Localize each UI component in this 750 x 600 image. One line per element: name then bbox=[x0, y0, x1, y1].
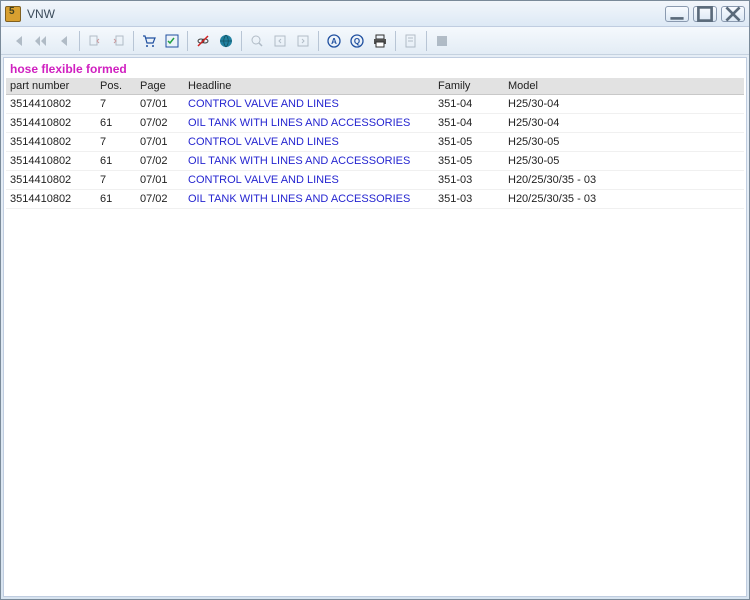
cell-pos: 61 bbox=[96, 190, 136, 209]
first-icon[interactable] bbox=[7, 30, 29, 52]
cell-model: H25/30-04 bbox=[504, 114, 744, 133]
maximize-button[interactable] bbox=[693, 6, 717, 22]
cell-pos: 7 bbox=[96, 95, 136, 114]
app-icon bbox=[5, 6, 21, 22]
cell-family: 351-05 bbox=[434, 133, 504, 152]
circle-q-icon[interactable]: Q bbox=[346, 30, 368, 52]
cell-page: 07/02 bbox=[136, 152, 184, 171]
table-header-row: part number Pos. Page Headline Family Mo… bbox=[6, 78, 744, 95]
cell-headline[interactable]: OIL TANK WITH LINES AND ACCESSORIES bbox=[184, 114, 434, 133]
toolbar: A Q bbox=[1, 27, 749, 55]
print-icon[interactable] bbox=[369, 30, 391, 52]
cell-part-number: 3514410802 bbox=[6, 133, 96, 152]
cell-headline[interactable]: OIL TANK WITH LINES AND ACCESSORIES bbox=[184, 190, 434, 209]
rewind-icon[interactable] bbox=[30, 30, 52, 52]
table-row[interactable]: 3514410802707/01CONTROL VALVE AND LINES3… bbox=[6, 133, 744, 152]
table-row[interactable]: 3514410802707/01CONTROL VALVE AND LINES3… bbox=[6, 95, 744, 114]
col-headline[interactable]: Headline bbox=[184, 78, 434, 95]
cell-page: 07/01 bbox=[136, 95, 184, 114]
cell-headline[interactable]: CONTROL VALVE AND LINES bbox=[184, 133, 434, 152]
close-button[interactable] bbox=[721, 6, 745, 22]
col-family[interactable]: Family bbox=[434, 78, 504, 95]
window-title: VNW bbox=[27, 7, 665, 21]
cell-model: H25/30-05 bbox=[504, 133, 744, 152]
globe-icon[interactable] bbox=[215, 30, 237, 52]
cell-pos: 61 bbox=[96, 114, 136, 133]
cell-pos: 7 bbox=[96, 171, 136, 190]
zoom-icon[interactable] bbox=[246, 30, 268, 52]
cell-family: 351-03 bbox=[434, 171, 504, 190]
cell-family: 351-03 bbox=[434, 190, 504, 209]
cell-part-number: 3514410802 bbox=[6, 171, 96, 190]
page-left-icon[interactable] bbox=[269, 30, 291, 52]
copy-right-icon[interactable] bbox=[107, 30, 129, 52]
cell-headline[interactable]: CONTROL VALVE AND LINES bbox=[184, 95, 434, 114]
cell-part-number: 3514410802 bbox=[6, 190, 96, 209]
cell-model: H25/30-05 bbox=[504, 152, 744, 171]
table-row[interactable]: 35144108026107/02OIL TANK WITH LINES AND… bbox=[6, 114, 744, 133]
stop-icon[interactable] bbox=[431, 30, 453, 52]
titlebar: VNW bbox=[1, 1, 749, 27]
prev-icon[interactable] bbox=[53, 30, 75, 52]
cell-page: 07/02 bbox=[136, 190, 184, 209]
cell-family: 351-04 bbox=[434, 114, 504, 133]
copy-left-icon[interactable] bbox=[84, 30, 106, 52]
window-controls bbox=[665, 6, 745, 22]
cell-part-number: 3514410802 bbox=[6, 95, 96, 114]
page-right-icon[interactable] bbox=[292, 30, 314, 52]
cell-family: 351-04 bbox=[434, 95, 504, 114]
col-page[interactable]: Page bbox=[136, 78, 184, 95]
results-table: part number Pos. Page Headline Family Mo… bbox=[6, 78, 744, 209]
note-icon[interactable] bbox=[400, 30, 422, 52]
cell-family: 351-05 bbox=[434, 152, 504, 171]
nolink-icon[interactable] bbox=[192, 30, 214, 52]
table-row[interactable]: 35144108026107/02OIL TANK WITH LINES AND… bbox=[6, 190, 744, 209]
content-area: hose flexible formed part number Pos. Pa… bbox=[3, 57, 747, 597]
cell-model: H20/25/30/35 - 03 bbox=[504, 190, 744, 209]
cell-part-number: 3514410802 bbox=[6, 114, 96, 133]
cell-part-number: 3514410802 bbox=[6, 152, 96, 171]
svg-text:A: A bbox=[331, 37, 337, 46]
cell-page: 07/02 bbox=[136, 114, 184, 133]
svg-text:Q: Q bbox=[354, 37, 360, 46]
cell-model: H20/25/30/35 - 03 bbox=[504, 171, 744, 190]
app-window: VNW A Q hose flexible formed bbox=[0, 0, 750, 600]
col-model[interactable]: Model bbox=[504, 78, 744, 95]
search-title: hose flexible formed bbox=[6, 60, 744, 78]
cell-pos: 7 bbox=[96, 133, 136, 152]
col-pos[interactable]: Pos. bbox=[96, 78, 136, 95]
cell-page: 07/01 bbox=[136, 133, 184, 152]
col-part-number[interactable]: part number bbox=[6, 78, 96, 95]
minimize-button[interactable] bbox=[665, 6, 689, 22]
cell-headline[interactable]: OIL TANK WITH LINES AND ACCESSORIES bbox=[184, 152, 434, 171]
cell-headline[interactable]: CONTROL VALVE AND LINES bbox=[184, 171, 434, 190]
cart-icon[interactable] bbox=[138, 30, 160, 52]
table-row[interactable]: 35144108026107/02OIL TANK WITH LINES AND… bbox=[6, 152, 744, 171]
table-row[interactable]: 3514410802707/01CONTROL VALVE AND LINES3… bbox=[6, 171, 744, 190]
checklist-icon[interactable] bbox=[161, 30, 183, 52]
circle-a-icon[interactable]: A bbox=[323, 30, 345, 52]
cell-page: 07/01 bbox=[136, 171, 184, 190]
cell-model: H25/30-04 bbox=[504, 95, 744, 114]
cell-pos: 61 bbox=[96, 152, 136, 171]
